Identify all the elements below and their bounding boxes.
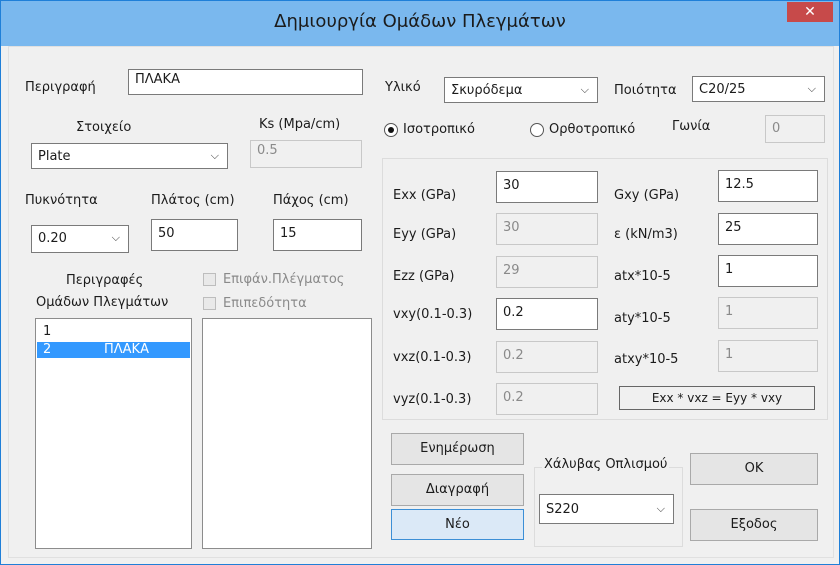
exx-label: Exx (GPa)	[393, 188, 457, 203]
steel-select[interactable]: S220 ⌵	[539, 494, 674, 524]
aty-label: aty*10-5	[614, 311, 671, 326]
ezz-label: Ezz (GPa)	[393, 269, 455, 284]
eps-input[interactable]: 25	[718, 213, 818, 245]
gxy-input[interactable]: 12.5	[718, 170, 818, 202]
material-label: Υλικό	[385, 80, 421, 95]
element-label: Στοιχείο	[76, 120, 132, 135]
angle-input: 0	[765, 115, 825, 143]
element-select[interactable]: Plate ⌵	[31, 143, 228, 169]
title-bar: Δημιουργία Ομάδων Πλεγμάτων ✕	[1, 1, 839, 46]
eyy-input: 30	[496, 213, 598, 245]
ezz-input: 29	[496, 256, 598, 288]
quality-select[interactable]: C20/25 ⌵	[692, 76, 825, 102]
update-button[interactable]: Ενημέρωση	[391, 433, 524, 465]
vyz-input: 0.2	[496, 383, 598, 415]
vxy-input[interactable]: 0.2	[496, 298, 598, 330]
surface-mesh-checkbox[interactable]	[203, 273, 216, 286]
material-select[interactable]: Σκυρόδεμα ⌵	[444, 77, 598, 103]
description-label: Περιγραφή	[25, 80, 96, 95]
mesh-list[interactable]	[202, 318, 372, 549]
atx-label: atx*10-5	[614, 269, 671, 284]
groups-list[interactable]: 1 2 ΠΛΑΚΑ	[35, 318, 192, 549]
dialog-window: Δημιουργία Ομάδων Πλεγμάτων ✕ Περιγραφή …	[0, 0, 840, 565]
group-number: 2	[43, 342, 52, 357]
new-button[interactable]: Νέο	[391, 509, 524, 540]
isotropic-label: Ισοτροπικό	[403, 122, 475, 137]
orthotropic-radio[interactable]	[530, 123, 544, 137]
close-button[interactable]: ✕	[787, 2, 833, 22]
material-select-value: Σκυρόδεμα	[451, 83, 523, 98]
description-input[interactable]: ΠΛΑΚΑ	[128, 69, 363, 95]
list-item-selected[interactable]: 2 ΠΛΑΚΑ	[37, 342, 190, 358]
eyy-label: Eyy (GPa)	[393, 227, 457, 242]
planarity-label: Επιπεδότητα	[223, 296, 307, 311]
dialog-body: Περιγραφή ΠΛΑΚΑ Στοιχείο Ks (Mpa/cm) Pla…	[8, 46, 834, 558]
thickness-input[interactable]: 15	[273, 219, 362, 251]
planarity-checkbox[interactable]	[203, 297, 216, 310]
steel-label: Χάλυβας Οπλισμού	[542, 457, 670, 472]
chevron-down-icon: ⌵	[807, 82, 816, 95]
ks-label: Ks (Mpa/cm)	[259, 117, 341, 132]
angle-label: Γωνία	[672, 119, 711, 134]
element-select-value: Plate	[38, 149, 71, 164]
quality-select-value: C20/25	[699, 82, 746, 97]
density-label: Πυκνότητα	[25, 193, 98, 208]
width-label: Πλάτος (cm)	[151, 193, 235, 208]
eps-label: ε (kN/m3)	[614, 227, 678, 242]
exx-input[interactable]: 30	[496, 171, 598, 203]
aty-input: 1	[718, 297, 818, 329]
density-select-value: 0.20	[38, 231, 67, 246]
exit-button[interactable]: Εξοδος	[690, 509, 818, 541]
ks-input: 0.5	[250, 140, 362, 168]
atx-input[interactable]: 1	[718, 255, 818, 287]
groups-label-2: Ομάδων Πλεγμάτων	[36, 295, 169, 310]
vyz-label: vyz(0.1-0.3)	[393, 392, 472, 407]
gxy-label: Gxy (GPa)	[614, 188, 680, 203]
vxz-label: vxz(0.1-0.3)	[393, 350, 472, 365]
delete-button[interactable]: Διαγραφή	[391, 474, 524, 506]
chevron-down-icon: ⌵	[210, 149, 219, 162]
groups-label: Περιγραφές	[66, 273, 144, 288]
window-title: Δημιουργία Ομάδων Πλεγμάτων	[274, 11, 566, 32]
orthotropic-label: Ορθοτροπικό	[549, 122, 636, 137]
vxz-input: 0.2	[496, 341, 598, 373]
steel-select-value: S220	[546, 502, 580, 517]
chevron-down-icon: ⌵	[111, 231, 120, 244]
formula-box: Exx * vxz = Eyy * vxy	[619, 386, 815, 410]
chevron-down-icon: ⌵	[656, 502, 665, 515]
list-item[interactable]: 1	[37, 324, 190, 340]
atxy-label: atxy*10-5	[614, 352, 679, 367]
isotropic-radio[interactable]	[384, 123, 398, 137]
width-input[interactable]: 50	[151, 219, 238, 251]
atxy-input: 1	[718, 340, 818, 372]
ok-button[interactable]: OK	[690, 453, 818, 485]
chevron-down-icon: ⌵	[580, 83, 589, 96]
vxy-label: vxy(0.1-0.3)	[393, 307, 473, 322]
thickness-label: Πάχος (cm)	[273, 193, 349, 208]
quality-label: Ποιότητα	[614, 83, 677, 98]
surface-mesh-label: Επιφάν.Πλέγματος	[223, 272, 345, 287]
group-number: 1	[43, 324, 52, 339]
density-select[interactable]: 0.20 ⌵	[31, 225, 129, 253]
group-name: ΠΛΑΚΑ	[104, 342, 149, 357]
